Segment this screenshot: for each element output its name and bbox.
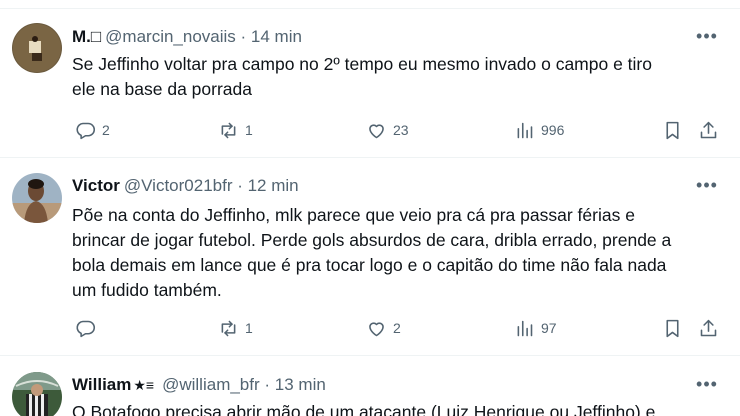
display-name[interactable]: William (72, 375, 131, 394)
retweet-button[interactable]: 1 (218, 118, 253, 142)
heart-icon (369, 321, 384, 336)
views-button[interactable]: 996 (514, 118, 564, 142)
heart-icon (369, 123, 384, 138)
views-button[interactable]: 97 (514, 316, 557, 340)
tweet-header: M.□ @marcin_novaiis · 14 min (72, 25, 302, 49)
bookmark-button[interactable] (662, 118, 683, 142)
retweet-icon (221, 320, 236, 336)
profile-badge: ★≡ (133, 377, 155, 393)
retweet-button[interactable]: 1 (218, 316, 253, 340)
timestamp[interactable]: · 13 min (264, 375, 325, 394)
like-button[interactable]: 23 (366, 118, 409, 142)
display-name[interactable]: M.□ (72, 27, 101, 46)
tweet-card[interactable]: Victor @Victor021bfr · 12 min ••• Põe na … (0, 158, 740, 356)
like-count: 23 (393, 122, 409, 138)
bookmark-button[interactable] (662, 316, 683, 340)
user-handle[interactable]: @Victor021bfr (124, 176, 233, 195)
tweet-text: Se Jeffinho voltar pra campo no 2º tempo… (72, 54, 652, 99)
timestamp[interactable]: · 12 min (237, 176, 298, 195)
tweet-card[interactable]: M.□ @marcin_novaiis · 14 min ••• Se Jeffi… (0, 9, 740, 158)
avatar[interactable] (12, 372, 62, 416)
more-icon[interactable]: ••• (696, 174, 718, 196)
retweet-count: 1 (245, 122, 253, 138)
user-handle[interactable]: @william_bfr (162, 375, 260, 394)
retweet-icon (221, 122, 236, 138)
tweet-header: Victor @Victor021bfr · 12 min (72, 174, 299, 198)
more-icon[interactable]: ••• (696, 25, 718, 47)
share-button[interactable] (698, 118, 719, 142)
views-icon (517, 122, 533, 138)
action-bar: 1 2 97 (72, 316, 724, 340)
reply-icon (76, 122, 96, 139)
like-button[interactable]: 2 (366, 316, 401, 340)
reply-icon (76, 320, 96, 337)
retweet-count: 1 (245, 320, 253, 336)
bookmark-icon (666, 121, 679, 139)
timeline-feed: M.□ @marcin_novaiis · 14 min ••• Se Jeffi… (0, 0, 740, 416)
like-count: 2 (393, 320, 401, 336)
view-count: 97 (541, 320, 557, 336)
tweet-text: O Botafogo precisa abrir mão de um ataca… (72, 402, 656, 416)
tweet-header: William ★≡ @william_bfr · 13 min (72, 373, 326, 397)
view-count: 996 (541, 122, 565, 138)
bookmark-icon (666, 319, 679, 337)
share-icon (700, 319, 717, 336)
reply-button[interactable]: 2 (75, 118, 110, 142)
action-bar: 2 1 23 996 (72, 118, 724, 142)
avatar[interactable] (12, 173, 62, 223)
views-icon (517, 320, 533, 336)
user-handle[interactable]: @marcin_novaiis (105, 27, 236, 46)
more-icon[interactable]: ••• (696, 373, 718, 395)
reply-count: 2 (102, 122, 110, 138)
share-button[interactable] (698, 316, 719, 340)
tweet-text: Põe na conta do Jeffinho, mlk parece que… (72, 205, 672, 300)
reply-button[interactable] (75, 316, 102, 340)
timestamp[interactable]: · 14 min (241, 27, 302, 46)
display-name[interactable]: Victor (72, 176, 120, 195)
share-icon (700, 121, 717, 138)
avatar[interactable] (12, 23, 62, 73)
tweet-card[interactable]: William ★≡ @william_bfr · 13 min ••• O Bot… (0, 356, 740, 416)
